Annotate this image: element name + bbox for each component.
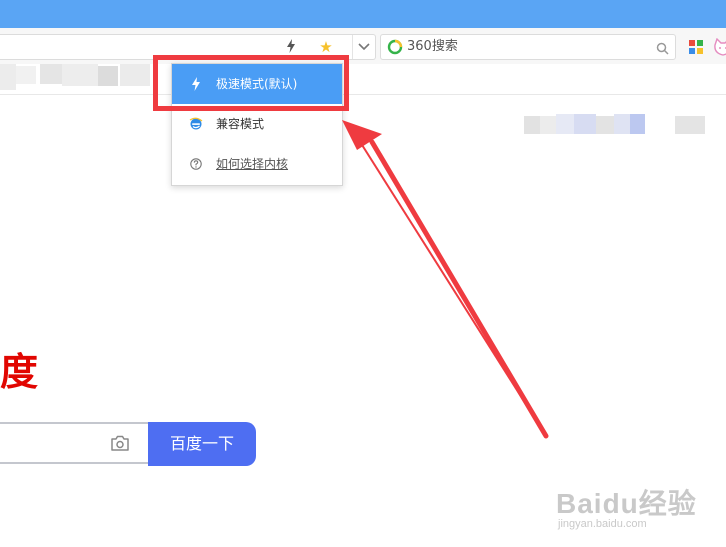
red-annotation-arrow [342,120,549,439]
watermark-sub-text: jingyan.baidu.com [558,518,647,530]
baidu-jingyan-watermark: Baidu经验 jingyan.baidu.com [556,468,726,547]
watermark-main-text: Baidu经验 [556,488,697,519]
